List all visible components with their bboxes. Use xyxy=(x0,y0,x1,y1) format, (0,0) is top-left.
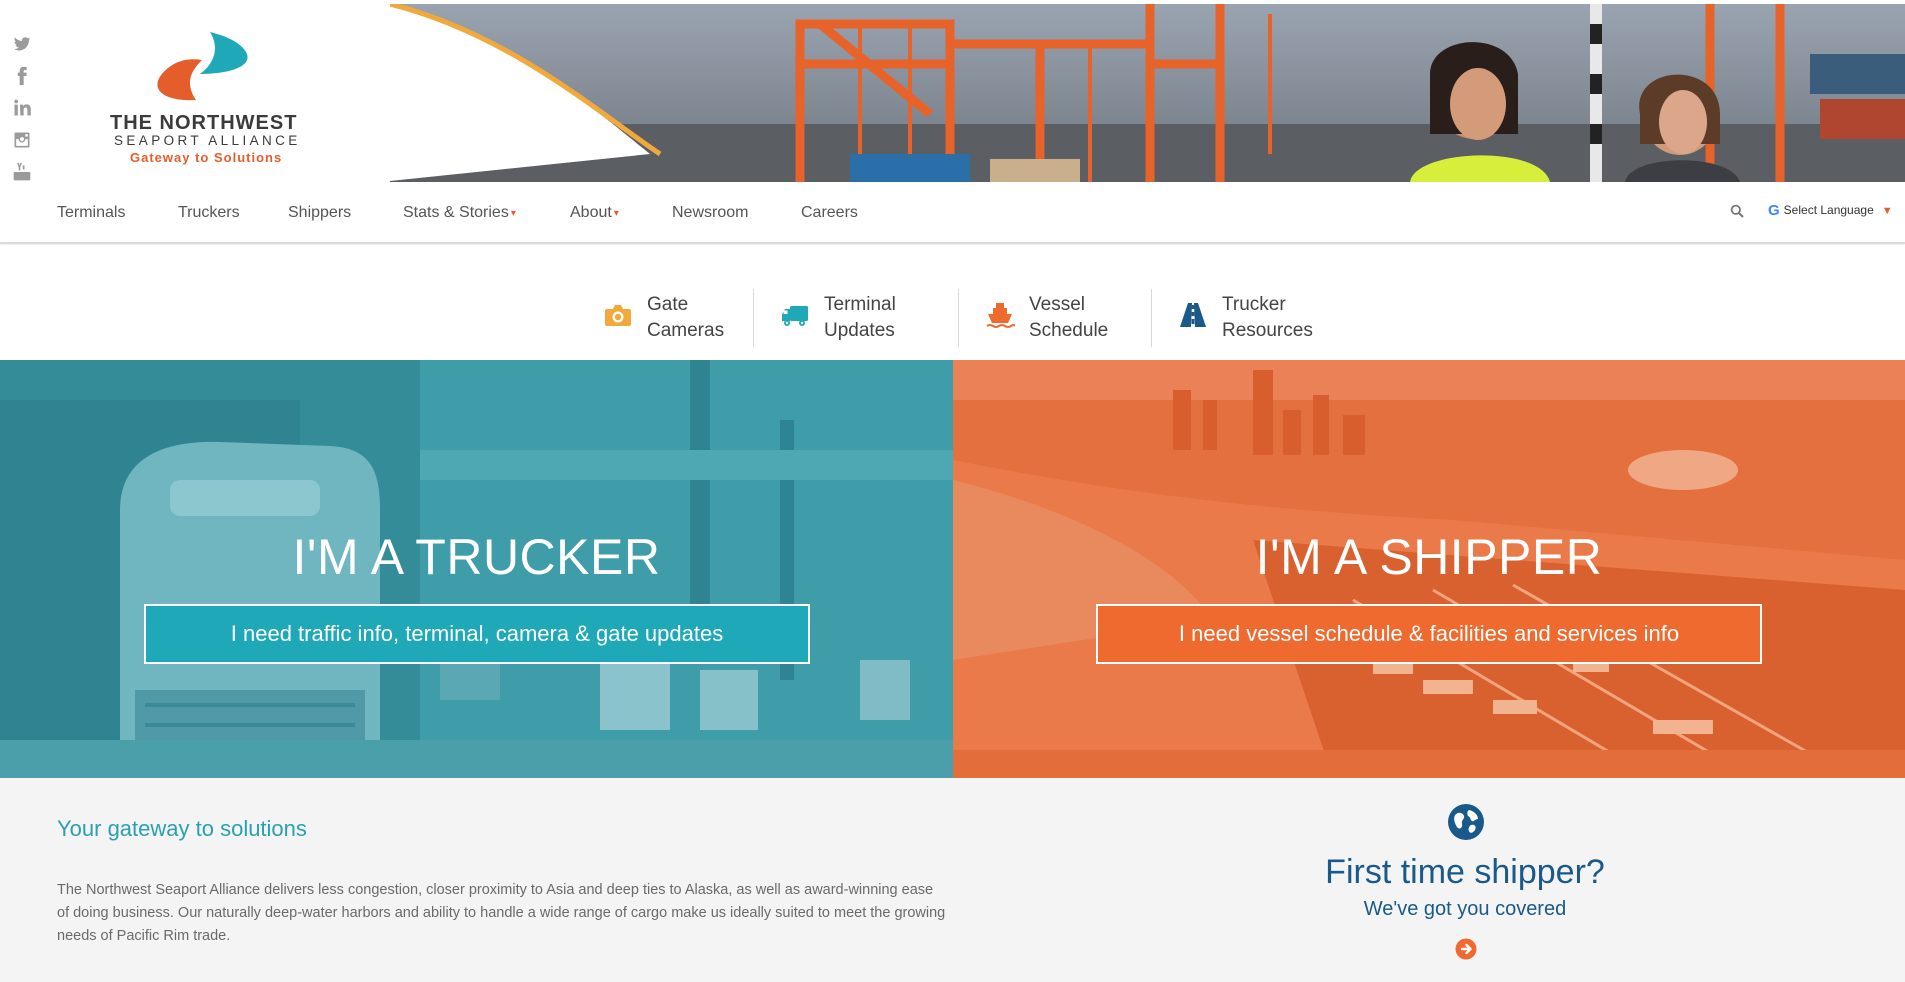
camera-icon xyxy=(605,305,631,326)
chevron-down-icon: ▾ xyxy=(613,208,619,219)
quick-link-line2: Cameras xyxy=(647,320,725,341)
quick-link-trucker-resources[interactable]: Trucker Resources xyxy=(1178,292,1313,348)
chevron-down-icon: ▼ xyxy=(1881,205,1893,217)
alliance-logo-mark xyxy=(157,32,248,101)
gateway-heading: Your gateway to solutions xyxy=(57,816,307,841)
search-icon[interactable] xyxy=(1730,204,1744,218)
main-navigation: Terminals Truckers Shippers Stats & Stor… xyxy=(0,182,1905,244)
nav-stats-stories[interactable]: Stats & Stories ▾ xyxy=(403,204,516,222)
twitter-icon[interactable] xyxy=(12,34,32,54)
quick-link-vessel-schedule[interactable]: Vessel Schedule xyxy=(985,292,1108,348)
logo-name-line1: THE NORTHWEST xyxy=(110,112,298,134)
quick-link-gate-cameras[interactable]: Gate Cameras xyxy=(603,292,724,348)
shipper-hero-panel[interactable]: I'M A SHIPPER I need vessel schedule & f… xyxy=(953,360,1905,778)
quick-link-line2: Updates xyxy=(824,320,895,341)
shipper-hero-title: I'M A SHIPPER xyxy=(1255,529,1603,585)
google-icon: G xyxy=(1768,202,1780,219)
intro-section: Your gateway to solutions The Northwest … xyxy=(0,778,1905,982)
instagram-icon[interactable] xyxy=(12,130,32,150)
nav-shippers[interactable]: Shippers xyxy=(288,204,351,222)
first-time-shipper-subtitle: We've got you covered xyxy=(1363,898,1567,920)
quick-link-line1: Trucker xyxy=(1222,294,1286,315)
quick-link-divider xyxy=(753,289,754,347)
quick-link-line1: Vessel xyxy=(1029,294,1085,315)
quick-link-line2: Resources xyxy=(1222,320,1313,341)
gateway-body-text: The Northwest Seaport Alliance delivers … xyxy=(57,882,946,944)
youtube-icon[interactable] xyxy=(12,162,32,182)
road-icon xyxy=(1180,303,1206,327)
shipper-cta-button[interactable]: I need vessel schedule & facilities and … xyxy=(1096,604,1762,664)
nav-truckers[interactable]: Truckers xyxy=(178,204,240,222)
nav-about[interactable]: About ▾ xyxy=(570,204,619,222)
globe-icon xyxy=(1448,804,1484,840)
language-selector[interactable]: G Select Language ▼ xyxy=(1768,202,1893,219)
language-label: Select Language xyxy=(1783,203,1874,217)
trucker-hero-panel[interactable]: I'M A TRUCKER I need traffic info, termi… xyxy=(0,360,953,778)
quick-link-divider xyxy=(1151,289,1152,347)
trucker-hero-title: I'M A TRUCKER xyxy=(292,529,661,585)
ship-icon xyxy=(986,303,1015,328)
trucker-cta-button[interactable]: I need traffic info, terminal, camera & … xyxy=(144,604,810,664)
social-links xyxy=(12,34,32,194)
nav-careers[interactable]: Careers xyxy=(801,204,858,222)
truck-icon xyxy=(782,306,808,326)
quick-link-terminal-updates[interactable]: Terminal Updates xyxy=(780,292,896,348)
nav-terminals[interactable]: Terminals xyxy=(57,204,125,222)
site-logo[interactable]: THE NORTHWEST SEAPORT ALLIANCE Gateway t… xyxy=(108,30,308,175)
quick-link-line1: Terminal xyxy=(824,294,896,315)
chevron-down-icon: ▾ xyxy=(510,208,516,219)
quick-link-line2: Schedule xyxy=(1029,320,1109,341)
linkedin-icon[interactable] xyxy=(12,98,32,118)
logo-tagline: Gateway to Solutions xyxy=(130,150,283,165)
facebook-icon[interactable] xyxy=(12,66,32,86)
site-header: THE NORTHWEST SEAPORT ALLIANCE Gateway t… xyxy=(0,0,1905,245)
header-banner-image xyxy=(390,4,1905,182)
nav-newsroom[interactable]: Newsroom xyxy=(672,204,748,222)
quick-link-divider xyxy=(958,289,959,347)
quick-links-bar xyxy=(0,245,1905,360)
arrow-circle-right-icon[interactable] xyxy=(1455,938,1477,960)
quick-link-line1: Gate xyxy=(647,294,689,315)
first-time-shipper-heading: First time shipper? xyxy=(1325,853,1605,891)
logo-name-line2: SEAPORT ALLIANCE xyxy=(114,133,301,148)
